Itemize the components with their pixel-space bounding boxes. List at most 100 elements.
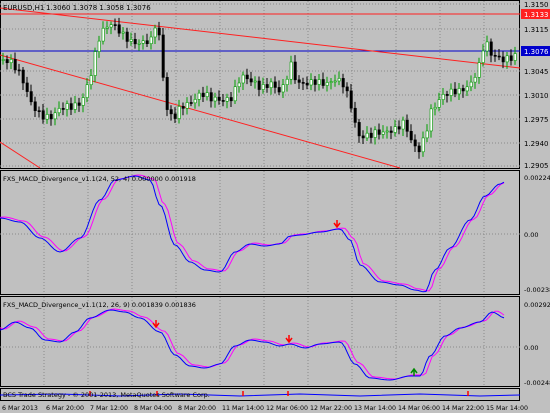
candle-body — [477, 62, 481, 78]
candle-body — [21, 69, 25, 84]
strategy-title: BCS Trade Strategy - © 2001-2013, MetaQu… — [3, 391, 210, 399]
candle-body — [325, 82, 329, 86]
time-label: 6 Mar 2013 — [2, 405, 38, 412]
candle-body — [49, 114, 53, 120]
candle-body — [77, 102, 81, 106]
candle-body — [41, 110, 45, 120]
candle-body — [13, 59, 17, 71]
price-tick: 1.2975 — [524, 116, 549, 124]
candle-body — [81, 97, 85, 106]
candle-body — [269, 81, 273, 88]
time-label: 6 Mar 20:00 — [46, 405, 84, 412]
ohlc-values: 1.3060 1.3078 1.3058 1.3076 — [46, 4, 151, 12]
time-label: 14 Mar 22:00 — [442, 405, 484, 412]
candle-body — [105, 26, 109, 29]
candle-body — [473, 77, 477, 83]
time-label: 8 Mar 20:00 — [178, 405, 216, 412]
candle-body — [393, 126, 397, 133]
candle-body — [129, 39, 133, 42]
svg-text:0.00: 0.00 — [524, 231, 538, 239]
candle-body — [297, 79, 301, 83]
candle-body — [337, 78, 341, 82]
time-label: 7 Mar 12:00 — [90, 405, 128, 412]
candle-body — [385, 130, 389, 133]
candle-body — [289, 61, 293, 80]
candle-body — [461, 88, 465, 92]
candle-body — [301, 82, 305, 84]
candle-body — [121, 31, 125, 34]
candle-body — [497, 55, 501, 58]
candle-body — [309, 79, 313, 86]
candle-body — [417, 145, 421, 153]
candle-body — [353, 107, 357, 123]
candle-body — [69, 103, 73, 110]
price-tick: 1.3115 — [524, 26, 549, 34]
candle-body — [1, 59, 5, 61]
candle-body — [505, 55, 509, 63]
candle-body — [37, 110, 41, 112]
candle-body — [229, 97, 233, 102]
candle-body — [33, 101, 37, 111]
price-tick: 1.3010 — [524, 92, 549, 100]
macd2-title: FXS_MACD_Divergence_v1.1(12, 26, 9) 0.00… — [3, 301, 196, 309]
trading-chart-window[interactable]: EURUSD,H1 1.3060 1.3078 1.3058 1.3076 1.… — [0, 0, 550, 413]
candle-body — [465, 86, 469, 92]
candle-body — [361, 135, 365, 139]
candle-body — [433, 107, 437, 110]
candle-body — [445, 94, 449, 96]
candle-body — [277, 87, 281, 93]
candle-body — [321, 79, 325, 86]
candle-body — [437, 99, 441, 108]
candle-body — [53, 112, 57, 120]
candle-body — [225, 97, 229, 102]
price-tick: 1.2940 — [524, 140, 549, 148]
svg-text:-0.00238: -0.00238 — [524, 286, 550, 294]
candle-body — [349, 90, 353, 109]
time-label: 11 Mar 14:00 — [222, 405, 264, 412]
candle-body — [509, 55, 513, 61]
candle-body — [345, 86, 349, 92]
candle-body — [137, 43, 141, 45]
svg-text:0.002924: 0.002924 — [524, 301, 550, 309]
candle-body — [413, 139, 417, 147]
candle-body — [181, 106, 185, 109]
candle-body — [9, 59, 13, 64]
candle-body — [453, 88, 457, 95]
candle-body — [501, 56, 505, 63]
candle-body — [149, 36, 153, 45]
candle-body — [401, 119, 405, 130]
candle-body — [285, 78, 289, 85]
candle-body — [397, 126, 401, 130]
candle-body — [253, 80, 257, 83]
candle-body — [313, 79, 317, 85]
candle-body — [369, 132, 373, 138]
candle-body — [333, 80, 337, 83]
candle-body — [89, 75, 93, 86]
candle-body — [165, 77, 169, 110]
candle-body — [329, 81, 333, 83]
candle-body — [273, 81, 277, 88]
candle-body — [293, 61, 297, 81]
candle-body — [237, 82, 241, 88]
candle-body — [141, 40, 145, 44]
time-label: 12 Mar 22:00 — [310, 405, 352, 412]
candle-body — [305, 83, 309, 86]
svg-text:0.002247: 0.002247 — [524, 174, 550, 182]
candle-body — [109, 24, 113, 28]
candle-body — [201, 92, 205, 97]
candle-body — [161, 34, 165, 78]
candle-body — [197, 92, 201, 100]
candle-body — [213, 96, 217, 102]
candle-body — [157, 27, 161, 36]
candle-body — [65, 103, 69, 110]
candle-body — [173, 113, 177, 119]
price-tick: 1.3150 — [524, 1, 549, 9]
candle-body — [101, 27, 105, 42]
candle-body — [341, 78, 345, 88]
svg-text:0.00: 0.00 — [524, 344, 538, 352]
candle-body — [61, 108, 65, 110]
candle-body — [153, 27, 157, 38]
candle-body — [381, 131, 385, 135]
candle-body — [389, 130, 393, 133]
macd1-title: FXS_MACD_Divergence_v1.1(24, 52, 4) 0.00… — [3, 175, 196, 183]
